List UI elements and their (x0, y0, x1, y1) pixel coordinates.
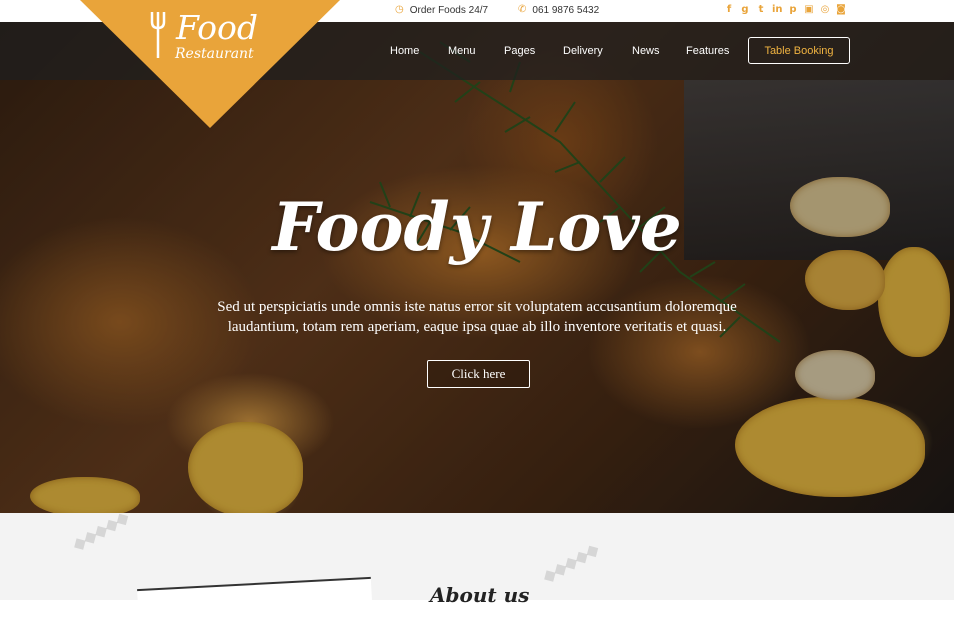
linkedin-icon[interactable]: in (772, 4, 783, 16)
watermark-graphic: ◆◆◆◆◆ (70, 508, 132, 555)
phone-icon: ✆ (518, 4, 527, 15)
watermark-graphic: ◆◆◆◆◆ (540, 540, 602, 587)
google-plus-icon[interactable]: g (740, 4, 750, 16)
hero-subtitle: Sed ut perspiciatis unde omnis iste natu… (217, 299, 737, 335)
phone-info: ✆ 061 9876 5432 (518, 4, 599, 16)
instagram-icon[interactable]: ◙ (836, 4, 846, 16)
pinterest-icon[interactable]: p (788, 4, 798, 16)
about-title: About us (430, 583, 530, 607)
social-links: f g t in p ▣ ◎ ◙ (724, 4, 846, 16)
facebook-icon[interactable]: f (724, 4, 734, 16)
order-info: ◷ Order Foods 24/7 (395, 4, 488, 16)
nav-item-home[interactable]: Home (390, 45, 419, 57)
whatsapp-icon[interactable]: ◎ (820, 4, 830, 16)
twitter-icon[interactable]: t (756, 4, 766, 16)
table-booking-button[interactable]: Table Booking (748, 37, 850, 64)
nav-item-news[interactable]: News (632, 45, 660, 57)
nav-item-pages[interactable]: Pages (504, 45, 535, 57)
order-text: Order Foods 24/7 (409, 4, 489, 16)
youtube-icon[interactable]: ▣ (804, 4, 814, 16)
click-here-button[interactable]: Click here (427, 360, 530, 388)
top-info-bar: ◷ Order Foods 24/7 ✆ 061 9876 5432 f g t… (0, 0, 954, 22)
hero-overlay (0, 22, 954, 513)
phone-text: 061 9876 5432 (532, 4, 600, 16)
about-section: ◆◆◆◆◆ ◆◆◆◆◆ About us (0, 509, 954, 631)
hero-banner (0, 22, 954, 513)
clock-icon: ◷ (395, 4, 404, 15)
main-navbar: Home Menu Pages Delivery News Features T… (0, 22, 954, 80)
nav-item-delivery[interactable]: Delivery (563, 45, 603, 57)
about-image-card (137, 576, 373, 631)
nav-item-menu[interactable]: Menu (448, 45, 476, 57)
hero-title: Foody Love (272, 188, 682, 266)
nav-item-features[interactable]: Features (686, 45, 729, 57)
